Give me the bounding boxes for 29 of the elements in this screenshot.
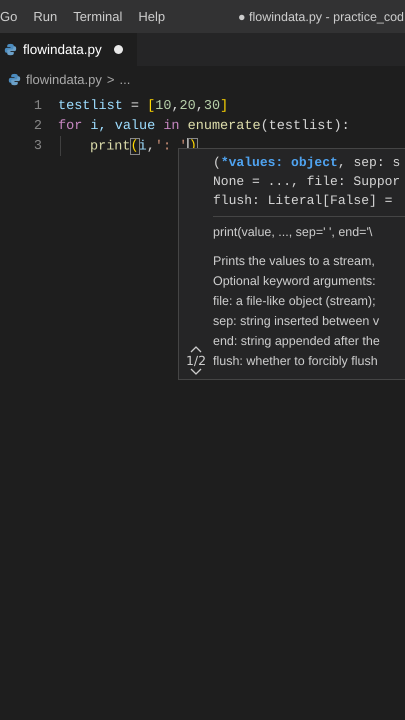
menu-item[interactable]: Help [130, 9, 174, 24]
doc-line: end: string appended after the [213, 333, 381, 350]
doc-line: Optional keyword arguments: [213, 273, 377, 290]
chevron-up-icon[interactable] [190, 346, 202, 353]
code-line: testlist = [10,20,30] [58, 98, 228, 114]
editor-tab[interactable]: flowindata.py [0, 33, 137, 66]
line-number: 1 [32, 98, 43, 114]
menu-item[interactable]: Go [0, 9, 26, 24]
breadcrumb-item[interactable]: flowindata.py [26, 72, 102, 86]
chevron-down-icon[interactable] [190, 368, 202, 375]
code-line: for i, value in enumerate(testlist): [58, 118, 350, 134]
menu-item[interactable]: Run [25, 9, 66, 24]
line-number: 2 [32, 118, 43, 134]
doc-line: sep: string inserted between v [213, 313, 380, 330]
signature-line: None = ..., file: Suppor [213, 173, 402, 191]
doc-line: file: a file-like object (stream); [213, 293, 377, 310]
doc-line: flush: whether to forcibly flush [213, 353, 379, 370]
breadcrumb-item[interactable]: ... [119, 72, 130, 86]
overload-counter: 1/2 [186, 353, 206, 368]
doc-line: Prints the values to a stream, [213, 253, 376, 270]
window-title: ● flowindata.py - practice_cod [238, 10, 404, 24]
signature-summary: print(value, ..., sep=' ', end='\ [213, 224, 374, 241]
python-file-icon [4, 43, 17, 56]
menu-item[interactable]: Terminal [65, 9, 130, 24]
signature-line: (*values: object, sep: s [213, 154, 402, 172]
line-number: 3 [32, 138, 43, 154]
breadcrumb-separator: > [106, 72, 114, 86]
python-file-icon [8, 72, 21, 86]
signature-line: flush: Literal[False] = [213, 192, 394, 210]
